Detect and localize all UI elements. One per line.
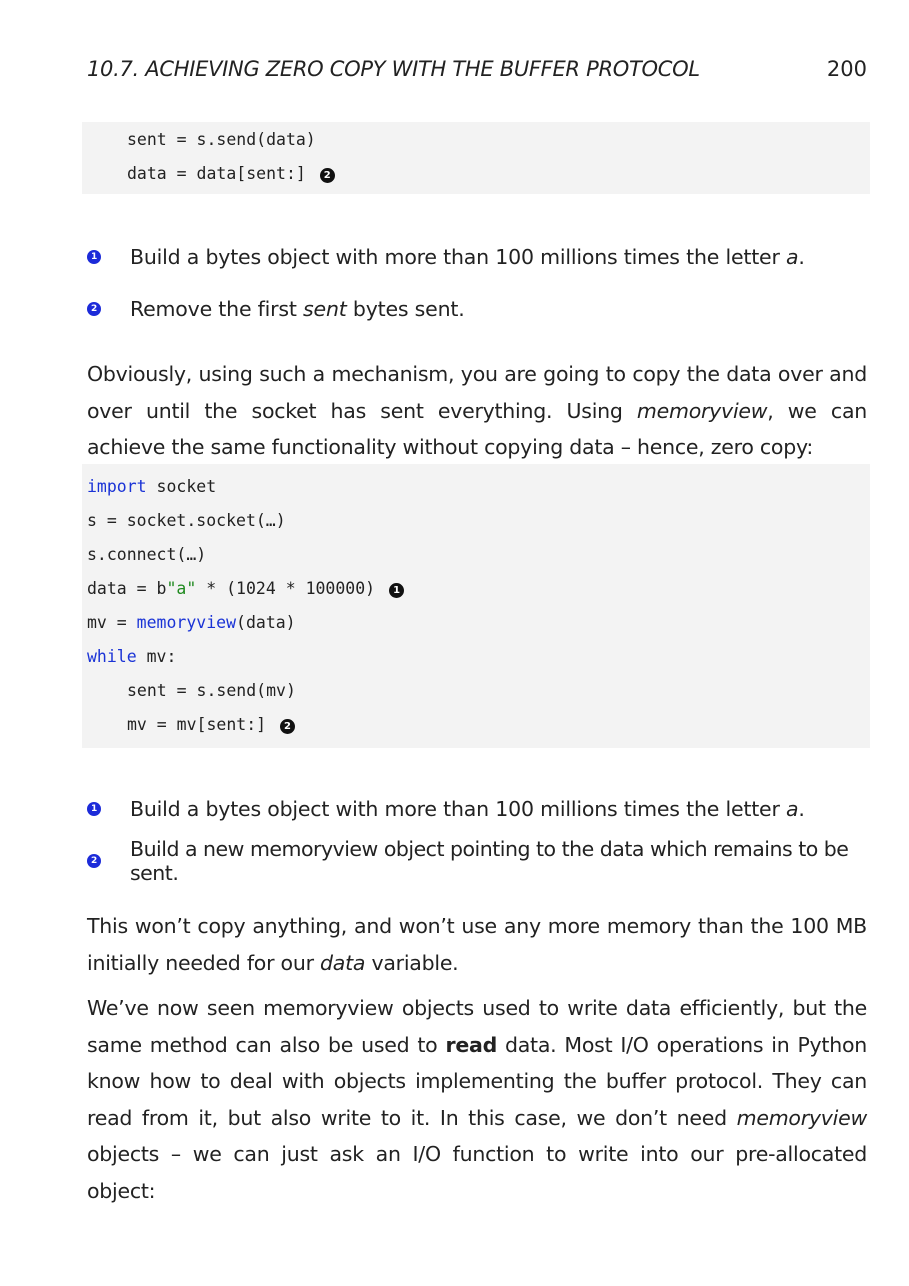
code-line: mv = mv[sent:] 2: [127, 713, 296, 737]
code-block-1: sent = s.send(data) data = data[sent:] 2: [82, 122, 870, 194]
callout-text: Build a bytes object with more than 100 …: [130, 245, 805, 269]
callout-text: Build a new memoryview object pointing t…: [130, 837, 849, 885]
code-block-2: import socket s = socket.socket(…) s.con…: [82, 464, 870, 748]
code-line: sent = s.send(data): [127, 130, 316, 149]
callout-text: Build a bytes object with more than 100 …: [130, 797, 805, 821]
page-header: 10.7. ACHIEVING ZERO COPY WITH THE BUFFE…: [87, 54, 867, 84]
callout-marker: 2: [319, 168, 335, 183]
callout-marker: 2: [280, 719, 296, 734]
callout-bullet: 1: [87, 250, 101, 264]
paragraph: Obviously, using such a mechanism, you a…: [87, 362, 867, 459]
code-line: import socket: [87, 477, 217, 496]
code-line: data = b"a" * (1024 * 100000) 1: [87, 577, 405, 601]
paragraph: We’ve now seen memoryview objects used t…: [87, 996, 867, 1203]
page-number: 200: [826, 57, 867, 81]
code-line: s.connect(…): [87, 545, 207, 564]
callout-item: 2 Remove the first sent bytes sent.: [87, 294, 867, 324]
paragraph: This won’t copy anything, and won’t use …: [87, 914, 867, 975]
code-line: sent = s.send(mv): [127, 681, 296, 700]
callout-bullet: 1: [87, 802, 101, 816]
code-line: while mv:: [87, 647, 177, 666]
callout-item: 1 Build a bytes object with more than 10…: [87, 794, 867, 824]
callout-text: Remove the first sent bytes sent.: [130, 297, 465, 321]
code-line: mv = memoryview(data): [87, 613, 296, 632]
code-line: s = socket.socket(…): [87, 511, 286, 530]
callout-bullet: 2: [87, 854, 101, 868]
code-line: data = data[sent:] 2: [127, 162, 335, 186]
callout-bullet: 2: [87, 302, 101, 316]
callout-marker: 1: [389, 583, 405, 598]
callout-item: 1 Build a bytes object with more than 10…: [87, 242, 867, 272]
section-title: 10.7. ACHIEVING ZERO COPY WITH THE BUFFE…: [87, 57, 700, 81]
callout-item: 2 Build a new memoryview object pointing…: [87, 837, 867, 885]
